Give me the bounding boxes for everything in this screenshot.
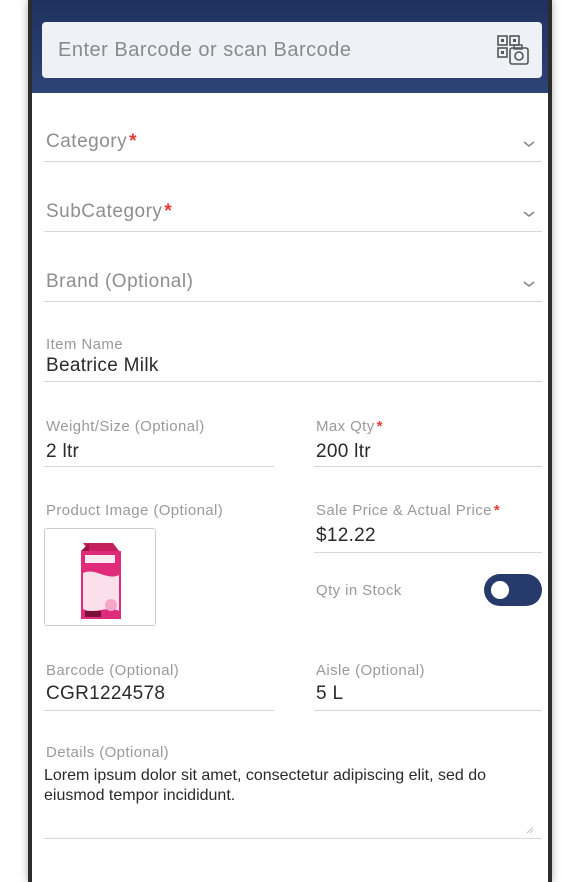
required-marker: * xyxy=(493,502,501,519)
chevron-down-icon xyxy=(523,141,535,148)
divider xyxy=(314,552,542,553)
details-textarea[interactable]: Lorem ipsum dolor sit amet, consectetur … xyxy=(44,766,514,806)
phone-frame: Category* SubCategory* Brand (Optional) … xyxy=(28,0,552,882)
chevron-down-icon xyxy=(523,211,535,218)
weight-field[interactable]: 2 ltr xyxy=(46,441,79,463)
divider xyxy=(314,466,542,467)
details-label: Details (Optional) xyxy=(46,744,170,761)
header-bar xyxy=(32,0,548,93)
barcode-search-box xyxy=(42,22,542,78)
category-dropdown[interactable]: Category * xyxy=(44,118,542,162)
product-image[interactable] xyxy=(44,528,156,626)
resize-grip-icon[interactable] xyxy=(526,826,534,834)
milk-carton-image xyxy=(81,543,121,619)
sale-price-label: Sale Price & Actual Price * xyxy=(316,502,501,519)
toggle-knob xyxy=(491,581,509,599)
qty-in-stock-toggle[interactable] xyxy=(484,574,542,606)
required-marker: * xyxy=(129,131,138,152)
divider xyxy=(44,466,274,467)
divider xyxy=(44,838,542,839)
category-label: Category * xyxy=(46,131,138,152)
item-name-field[interactable]: Beatrice Milk xyxy=(46,355,159,377)
required-marker: * xyxy=(164,201,173,222)
chevron-down-icon xyxy=(523,281,535,288)
divider xyxy=(44,710,274,711)
qty-in-stock-label: Qty in Stock xyxy=(316,582,402,599)
weight-label: Weight/Size (Optional) xyxy=(46,418,205,435)
barcode-field[interactable]: CGR1224578 xyxy=(46,683,165,705)
brand-dropdown[interactable]: Brand (Optional) xyxy=(44,258,542,302)
subcategory-label: SubCategory * xyxy=(46,201,173,222)
sale-price-field[interactable]: $12.22 xyxy=(316,525,376,547)
barcode-camera-icon[interactable] xyxy=(496,34,530,68)
divider xyxy=(314,710,542,711)
aisle-label: Aisle (Optional) xyxy=(316,662,425,679)
divider xyxy=(44,381,542,382)
max-qty-field[interactable]: 200 ltr xyxy=(316,441,371,463)
aisle-field[interactable]: 5 L xyxy=(316,683,343,705)
barcode-label: Barcode (Optional) xyxy=(46,662,180,679)
item-name-label: Item Name xyxy=(46,336,123,353)
brand-label: Brand (Optional) xyxy=(46,271,194,292)
product-image-label: Product Image (Optional) xyxy=(46,502,224,519)
barcode-search-input[interactable] xyxy=(56,37,480,63)
required-marker: * xyxy=(376,418,383,435)
max-qty-label: Max Qty * xyxy=(316,418,383,435)
subcategory-dropdown[interactable]: SubCategory * xyxy=(44,188,542,232)
